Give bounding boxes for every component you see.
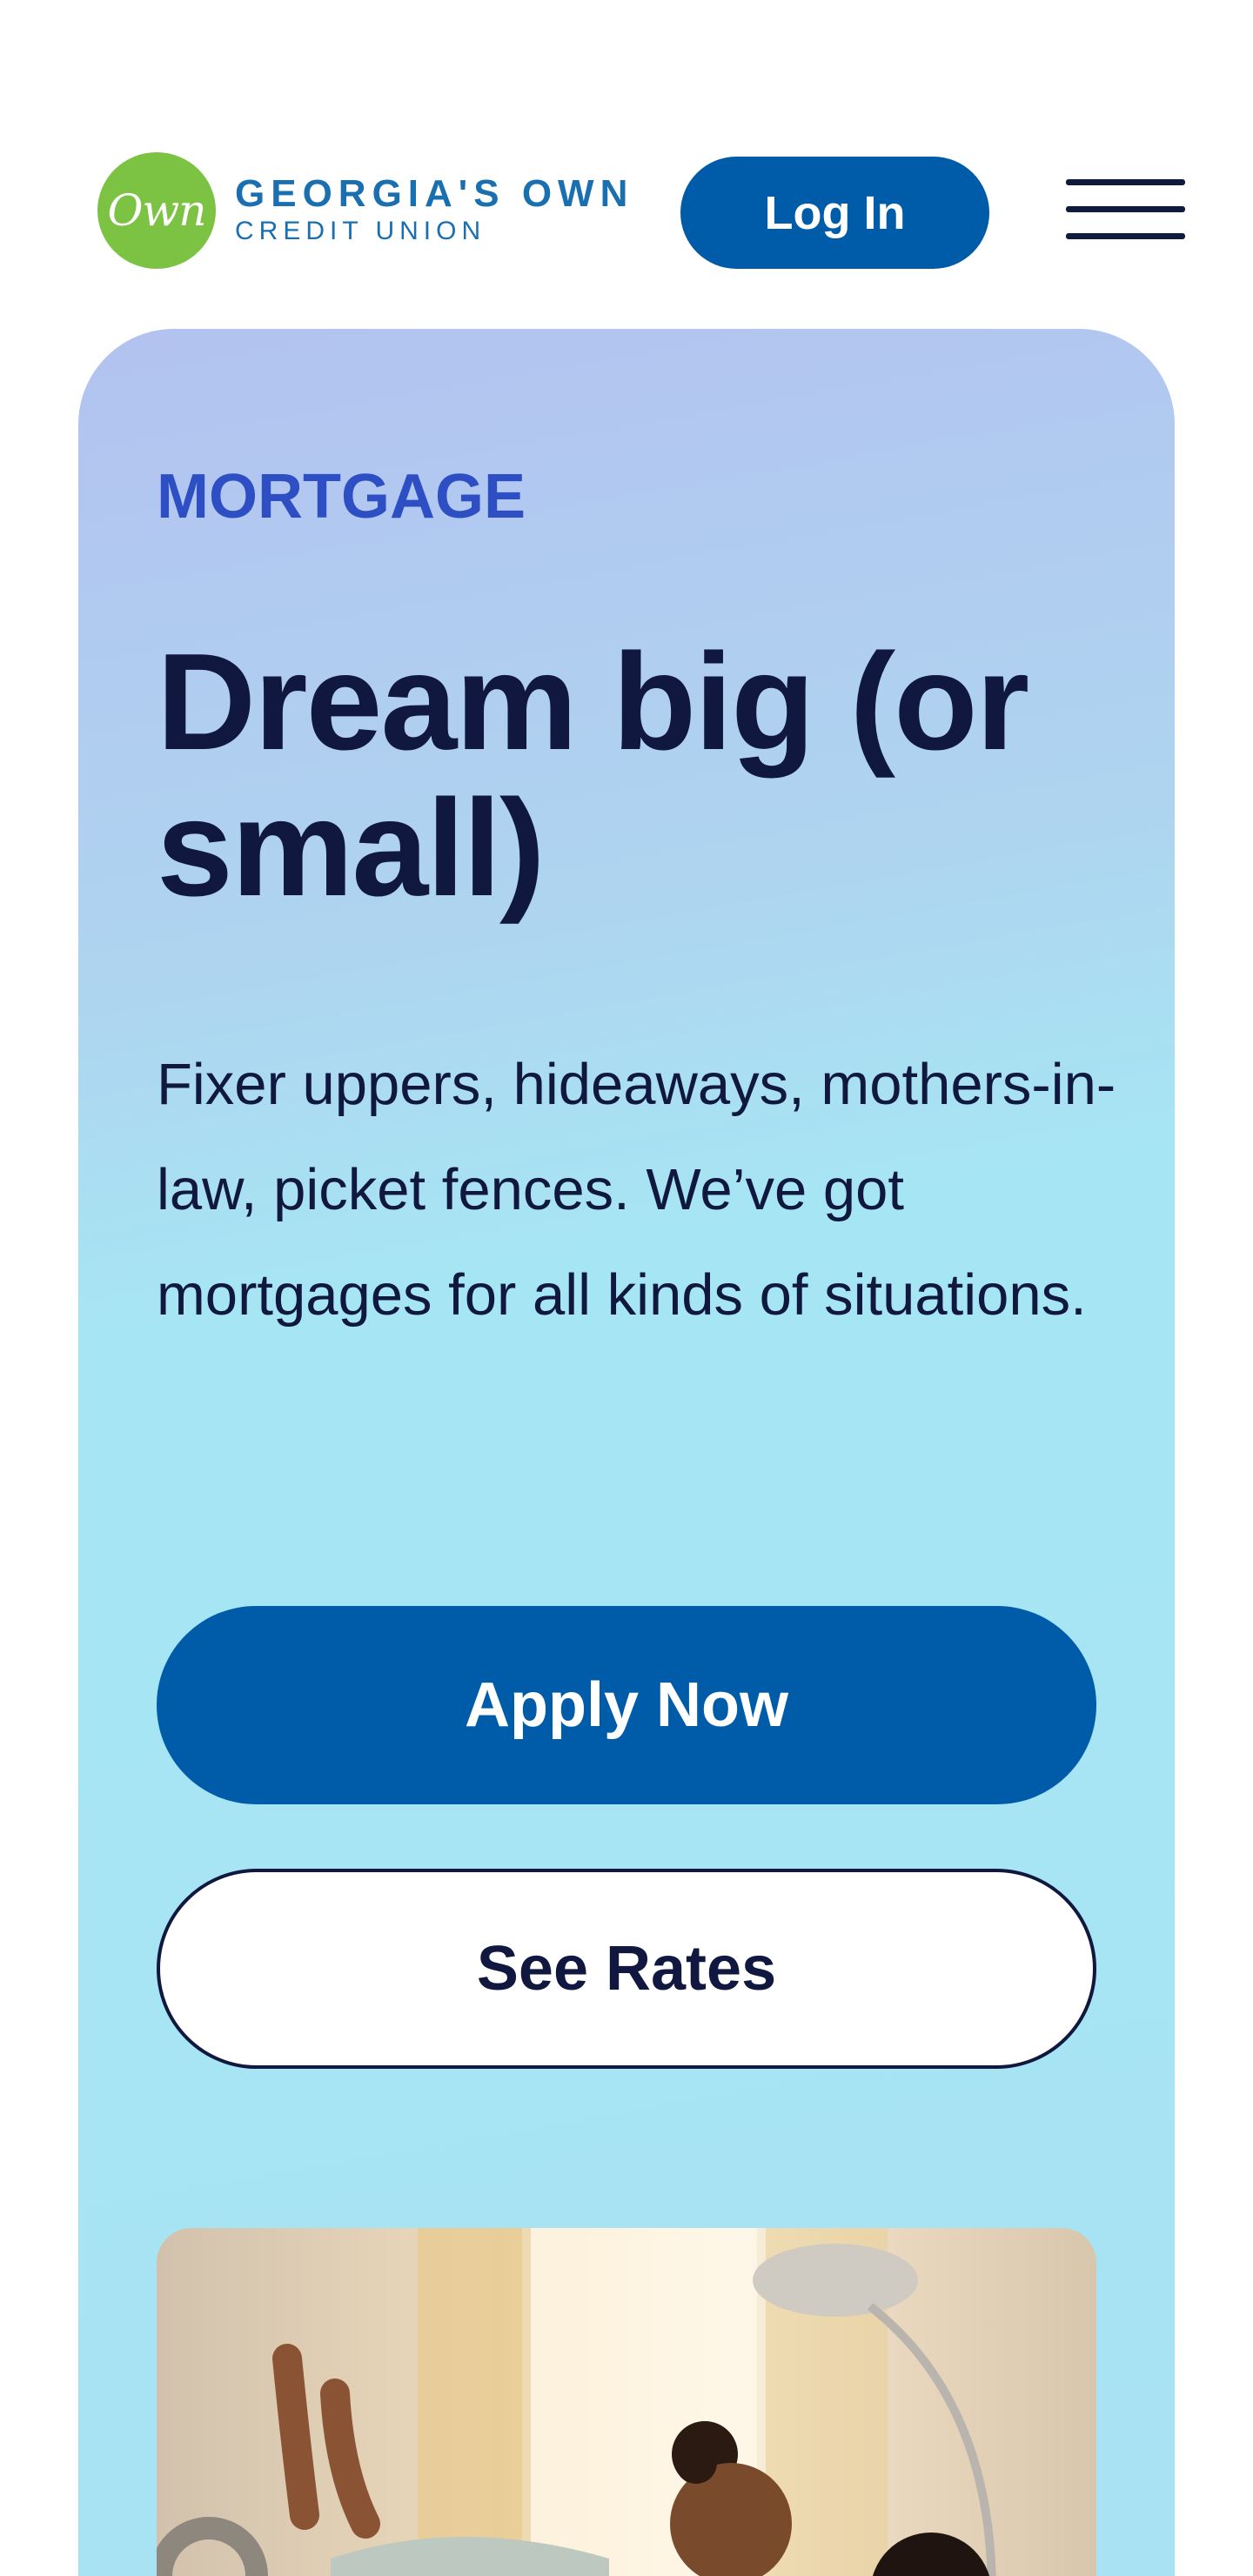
family-photo-illustration: [157, 2228, 996, 2576]
logo[interactable]: Own GEORGIA'S OWN CREDIT UNION: [97, 152, 633, 269]
logo-line-1: GEORGIA'S OWN: [235, 172, 634, 215]
hero-body-text: Fixer uppers, hideaways, mothers-in-law,…: [157, 1052, 1116, 1328]
logo-mark: Own: [97, 152, 216, 269]
see-rates-button[interactable]: See Rates: [157, 1869, 1096, 2069]
hero-headline: Dream big (or small): [157, 626, 1029, 925]
apply-now-button[interactable]: Apply Now: [157, 1606, 1096, 1804]
hero-photo: [157, 2228, 1096, 2576]
menu-bar: [1066, 179, 1185, 185]
menu-bar: [1066, 206, 1185, 212]
hamburger-menu-icon[interactable]: [1066, 174, 1185, 245]
logo-line-2: CREDIT UNION: [235, 217, 486, 245]
login-button[interactable]: Log In: [680, 157, 989, 269]
logo-wordmark: GEORGIA'S OWN CREDIT UNION: [235, 174, 633, 247]
menu-bar: [1066, 233, 1185, 239]
site-header: Own GEORGIA'S OWN CREDIT UNION Log In: [0, 0, 1253, 329]
hero-eyebrow: MORTGAGE: [157, 462, 526, 532]
hero-card: MORTGAGE Dream big (or small) Fixer uppe…: [78, 329, 1175, 2576]
